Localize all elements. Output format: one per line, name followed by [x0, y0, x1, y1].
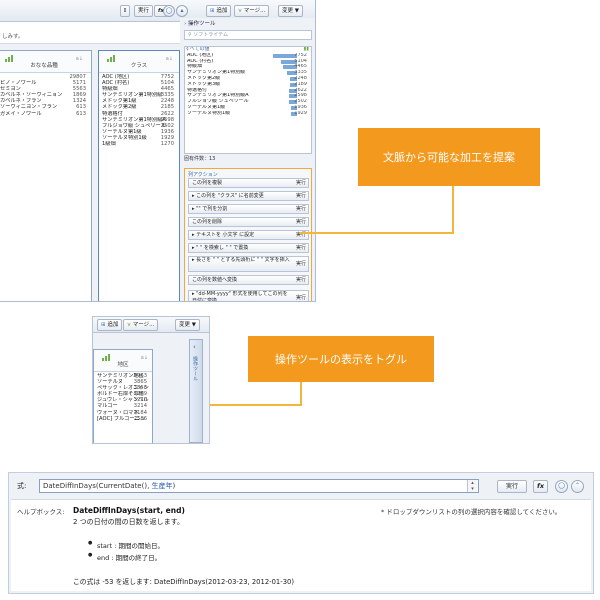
- action-item[interactable]: ▸ "dd-MM-yyyy" 形式を使用してこの列を日付に変換 実行: [188, 290, 309, 301]
- run-button[interactable]: 実行: [134, 5, 154, 17]
- action-item[interactable]: ▸ テキストを 小文字 に設定 実行: [188, 230, 309, 240]
- formula-editor: 式: DateDiffInDays(CurrentDate(), 生産年) ▴ ▾…: [8, 472, 594, 594]
- formula-input[interactable]: DateDiffInDays(CurrentDate(), 生産年): [39, 479, 479, 493]
- run-action-button[interactable]: 実行: [296, 276, 306, 284]
- chevron-right-icon: ›: [184, 21, 187, 27]
- merge-button[interactable]: ⋎ マージ...: [234, 5, 270, 17]
- list-item[interactable]: [AOC] ブルゴーニュ 2586: [97, 416, 149, 422]
- run-action-button[interactable]: 実行: [296, 295, 306, 301]
- column-title: クラス: [130, 63, 148, 69]
- action-item[interactable]: ▸ 長さを " " とする先頭桁に " " 文字を挿入 実行: [188, 256, 309, 272]
- column-panel-class[interactable]: a↓ クラス AOC (地区) 7752 AOC (村名) 5104 特級畑 4465…: [98, 50, 180, 301]
- merge-button[interactable]: ⋎ マージ...: [123, 319, 159, 331]
- help-bullet-start: start : 期間の開始日。: [88, 540, 164, 550]
- change-button[interactable]: 変更 ▼: [175, 319, 200, 331]
- help-title: DateDiffInDays(start, end): [73, 506, 185, 515]
- help-circle-icon[interactable]: ◯: [555, 480, 568, 493]
- list-item[interactable]: 1級畑 1270: [102, 141, 176, 147]
- column-title: おなな品種: [30, 63, 58, 69]
- run-button[interactable]: 実行: [497, 480, 528, 493]
- column-panel-varietal[interactable]: a↓ おなな品種 29807 ピノ・ノワール 5171 セミヨン 5563 カベルネ…: [0, 50, 92, 301]
- value-distribution: すべての値 ▮▮ AOC (地区) 7752 AOC (村名) 5104 特級畑 4465…: [184, 46, 312, 154]
- add-button[interactable]: ⊞ 追加: [97, 319, 123, 331]
- help-circle-icon[interactable]: ◯: [163, 5, 175, 17]
- action-item[interactable]: ▸ この列を "クラス" に名前変更 実行: [188, 191, 309, 201]
- run-action-button[interactable]: 実行: [296, 261, 306, 268]
- mid-toolbar: ⊞ 追加 ⋎ マージ... 変更 ▼: [93, 317, 209, 333]
- action-item[interactable]: この列を削除 実行: [188, 217, 309, 227]
- help-example: この式は -53 を返します: DateDiffInDays(2012-03-2…: [73, 578, 294, 586]
- search-input[interactable]: ⚲ ソフトライテム: [184, 30, 312, 40]
- column-title: 地区: [117, 362, 129, 368]
- operations-panel: › 操作ツール ⚲ ソフトライテム すべての値 ▮▮ AOC (地区) 7752 A…: [180, 18, 315, 301]
- run-action-button[interactable]: 実行: [296, 244, 306, 252]
- ops-toggle-tab[interactable]: ‹ 操作ツール: [189, 339, 203, 443]
- callout-suggest: 文脈から可能な加工を提案: [358, 128, 540, 186]
- column-header: a↓ おなな品種: [0, 51, 91, 73]
- run-action-button[interactable]: 実行: [296, 218, 306, 226]
- run-action-button[interactable]: 実行: [296, 192, 306, 200]
- help-note: * ドロップダウンリストの列の選択内容を確認してください。: [381, 508, 562, 516]
- merge-icon: ⋎: [127, 322, 132, 328]
- callout-connector: [300, 232, 454, 234]
- column-header: a↓ 地区: [94, 350, 152, 372]
- callout-connector: [452, 186, 454, 234]
- search-icon: ⚲: [188, 32, 192, 38]
- run-action-button[interactable]: 実行: [296, 179, 306, 187]
- action-item[interactable]: ▸ " " を検索し " " で置換 実行: [188, 243, 309, 253]
- column-actions: 列アクション この列を複製 実行 ▸ この列を "クラス" に名前変更 実行 ▸ "" …: [184, 168, 312, 301]
- hint-bar: しみす。: [0, 22, 180, 44]
- callout-connector: [210, 404, 300, 406]
- add-icon: ⊞: [101, 322, 106, 328]
- distinct-count: 固有件数：13: [184, 156, 216, 162]
- spin-button[interactable]: ▴ ▾: [467, 480, 477, 492]
- ops-panel-header[interactable]: › 操作ツール: [180, 18, 315, 30]
- fx-button[interactable]: fx: [533, 480, 549, 493]
- dist-row[interactable]: ソーテルヌ特別1級 1929: [187, 111, 309, 117]
- run-action-button[interactable]: 実行: [296, 205, 306, 213]
- list-item[interactable]: ガメイ・ノワール 613: [0, 111, 88, 117]
- column-panel-region[interactable]: a↓ 地区 サンテミリオン地区 5963 ソーテルヌ 3865 ペサック・レオニャン 38…: [93, 349, 153, 443]
- merge-icon: ⋎: [238, 8, 243, 14]
- collapse-up-icon[interactable]: ⌃: [571, 480, 584, 493]
- actions-header: 列アクション: [188, 172, 218, 178]
- add-icon: ⊞: [210, 8, 215, 14]
- add-button[interactable]: ⊞ 追加: [206, 5, 232, 17]
- mid-window: ⊞ 追加 ⋎ マージ... 変更 ▼ a↓ 地区 サンテミリオン地区 5963 ソー…: [92, 316, 210, 444]
- side-tab-label: 操作ツール: [192, 356, 198, 381]
- change-button[interactable]: 変更 ▼: [278, 5, 303, 17]
- column-header: a↓ クラス: [99, 51, 179, 73]
- chevron-left-icon: ‹: [193, 343, 196, 351]
- action-item[interactable]: この列を複製 実行: [188, 178, 309, 188]
- action-item[interactable]: この列を数値へ変換 実行: [188, 275, 309, 285]
- hint-text: しみす。: [2, 34, 24, 40]
- help-description: 2 つの日付の間の日数を返します。: [73, 518, 184, 526]
- data-prep-window: ⇕ 実行 fx ◯ ▴ ⊞ 追加 ⋎ マージ... 変更 ▼ しみす。 a↓ お…: [0, 0, 316, 302]
- spin-button[interactable]: ⇕: [120, 5, 130, 17]
- callout-toggle: 操作ツールの表示をトグル: [248, 336, 434, 382]
- collapse-up-icon[interactable]: ▴: [176, 5, 188, 17]
- callout-connector: [300, 382, 302, 406]
- help-label: ヘルプボックス:: [17, 508, 65, 516]
- action-item[interactable]: ▸ "" で列を分割 実行: [188, 204, 309, 214]
- formula-label: 式:: [17, 482, 27, 490]
- help-box: ヘルプボックス: DateDiffInDays(start, end) 2 つの…: [11, 499, 591, 591]
- help-bullet-end: end : 期間の終了日。: [88, 552, 161, 562]
